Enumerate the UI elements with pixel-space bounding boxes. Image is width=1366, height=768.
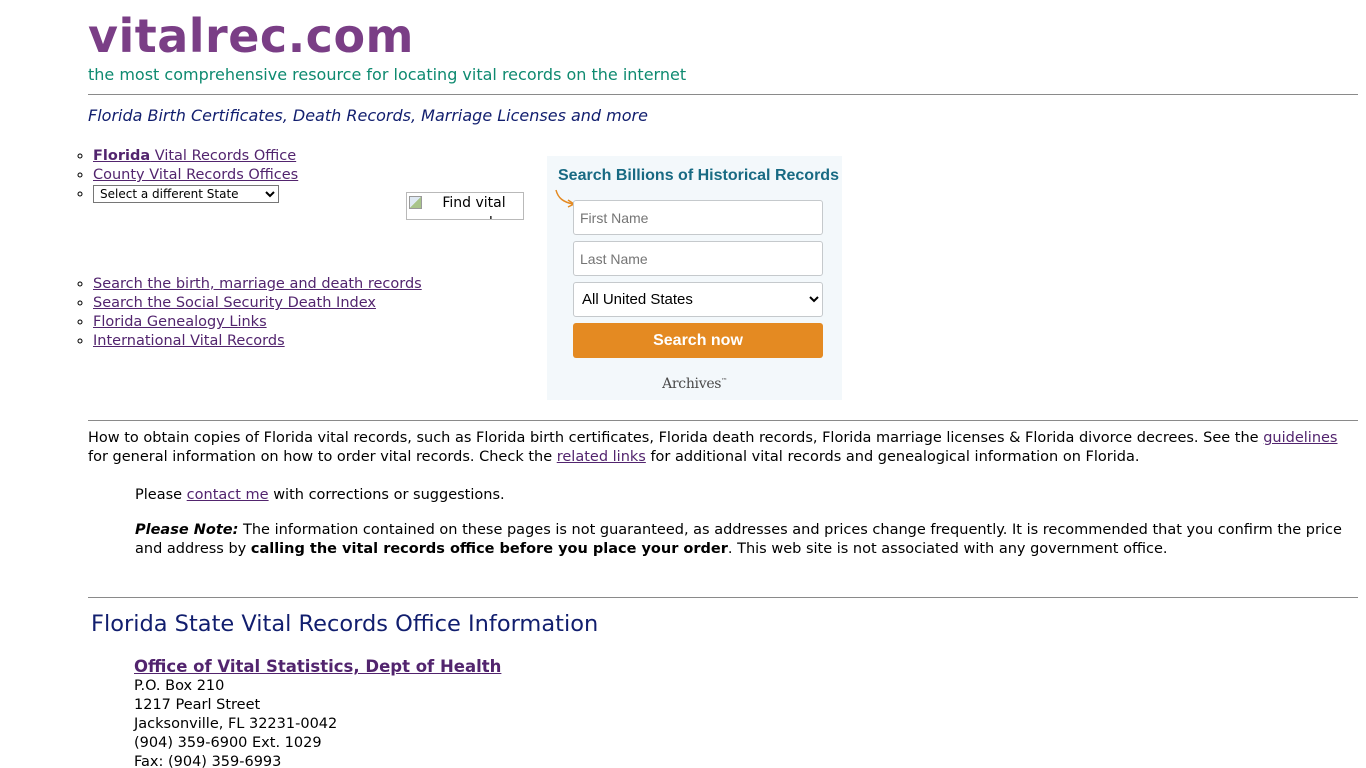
related-links-link[interactable]: related links xyxy=(557,449,646,465)
genealogy-links-link[interactable]: Florida Genealogy Links xyxy=(93,314,267,330)
contact-paragraph: Please contact me with corrections or su… xyxy=(135,486,505,505)
archives-logo-text: Archives xyxy=(662,376,722,392)
list-item: Florida Vital Records Office xyxy=(93,147,298,166)
archives-logo-tm: ™ xyxy=(721,377,727,385)
state-select[interactable]: Select a different State xyxy=(93,185,279,203)
intro-paragraph: How to obtain copies of Florida vital re… xyxy=(88,429,1353,467)
widget-heading: Search Billions of Historical Records xyxy=(558,167,839,184)
archives-logo[interactable]: Archives™ xyxy=(547,376,842,392)
search-records-link[interactable]: Search the birth, marriage and death rec… xyxy=(93,276,422,292)
contact-prefix: Please xyxy=(135,487,187,503)
list-item: Florida Genealogy Links xyxy=(93,313,422,332)
list-item: Search the Social Security Death Index xyxy=(93,294,422,313)
address-line: P.O. Box 210 xyxy=(134,678,225,694)
state-office-link-rest: Vital Records Office xyxy=(150,148,297,164)
page: vitalrec.com the most comprehensive reso… xyxy=(0,0,1366,768)
location-select[interactable]: All United States xyxy=(573,282,823,317)
divider xyxy=(88,94,1358,95)
note-bold: calling the vital records office before … xyxy=(250,541,728,557)
intro-text-2: for general information on how to order … xyxy=(88,449,557,465)
search-widget: Search Billions of Historical Records Al… xyxy=(547,156,842,400)
note-label: Please Note: xyxy=(135,522,239,538)
last-name-input[interactable] xyxy=(573,241,823,276)
first-name-input[interactable] xyxy=(573,200,823,235)
address-line: 1217 Pearl Street xyxy=(134,697,261,713)
divider xyxy=(88,420,1358,421)
resources-nav-list: Search the birth, marriage and death rec… xyxy=(62,275,422,351)
intro-text-3: for additional vital records and genealo… xyxy=(645,449,1140,465)
find-vital-records-image[interactable]: Find vital records online xyxy=(406,192,524,220)
list-item: Select a different State xyxy=(93,185,298,204)
contact-suffix: with corrections or suggestions. xyxy=(268,487,505,503)
find-vital-records-alt: Find vital records online xyxy=(442,195,506,219)
county-offices-link[interactable]: County Vital Records Offices xyxy=(93,167,298,183)
phone-line: (904) 359-6900 Ext. 1029 xyxy=(134,735,322,751)
site-title: vitalrec.com xyxy=(88,9,414,63)
search-ssdi-link[interactable]: Search the Social Security Death Index xyxy=(93,295,376,311)
state-office-link[interactable]: Florida Vital Records Office xyxy=(93,148,296,164)
office-name-link[interactable]: Office of Vital Statistics, Dept of Heal… xyxy=(134,656,501,678)
intro-text-1: How to obtain copies of Florida vital re… xyxy=(88,430,1264,446)
international-records-link[interactable]: International Vital Records xyxy=(93,333,285,349)
fax-line: Fax: (904) 359-6993 xyxy=(134,754,282,768)
broken-image-icon xyxy=(409,196,422,209)
list-item: International Vital Records xyxy=(93,332,422,351)
list-item: County Vital Records Offices xyxy=(93,166,298,185)
state-nav-list: Florida Vital Records Office County Vita… xyxy=(62,147,298,204)
office-section-heading: Florida State Vital Records Office Infor… xyxy=(91,611,599,637)
office-address: P.O. Box 210 1217 Pearl Street Jacksonvi… xyxy=(134,677,337,768)
disclaimer-note: Please Note: The information contained o… xyxy=(135,521,1357,559)
divider xyxy=(88,597,1358,598)
page-subtitle: Florida Birth Certificates, Death Record… xyxy=(88,106,648,125)
guidelines-link[interactable]: guidelines xyxy=(1263,430,1337,446)
note-text-2: . This web site is not associated with a… xyxy=(727,541,1168,557)
contact-me-link[interactable]: contact me xyxy=(187,487,269,503)
search-now-button[interactable]: Search now xyxy=(573,323,823,358)
address-line: Jacksonville, FL 32231-0042 xyxy=(134,716,338,732)
list-item: Search the birth, marriage and death rec… xyxy=(93,275,422,294)
state-office-link-bold: Florida xyxy=(93,148,151,164)
site-tagline: the most comprehensive resource for loca… xyxy=(88,65,687,84)
